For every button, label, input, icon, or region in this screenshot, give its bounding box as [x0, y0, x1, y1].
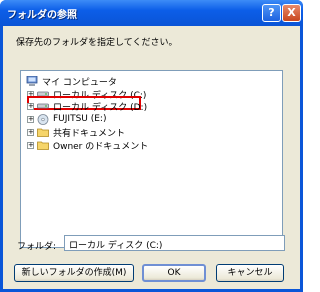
tree-item-label: FUJITSU (E:)	[53, 114, 107, 124]
tree-item-fujitsu-e[interactable]: + FUJITSU (E:)	[27, 113, 107, 125]
folder-tree[interactable]: マイ コンピュータ + ローカル ディスク (C:) + ローカル ディスク (…	[20, 70, 283, 248]
tree-item-label: マイ コンピュータ	[42, 77, 117, 88]
ok-button[interactable]: OK	[142, 264, 206, 282]
folder-browse-dialog: フォルダの参照 ? X 保存先のフォルダを指定してください。 マイ コンピュータ…	[0, 0, 303, 292]
drive-icon	[37, 101, 49, 111]
folder-label: フォルダ:	[17, 242, 57, 252]
instruction-text: 保存先のフォルダを指定してください。	[16, 38, 178, 48]
folder-icon	[37, 140, 49, 150]
folder-icon	[37, 127, 49, 137]
window-title: フォルダの参照	[7, 10, 77, 21]
cancel-button[interactable]: キャンセル	[216, 264, 284, 282]
expand-icon[interactable]: +	[27, 141, 34, 149]
tree-item-label: Owner のドキュメント	[53, 141, 149, 152]
tree-item-label: 共有ドキュメント	[53, 128, 126, 139]
tree-item-label: ローカル ディスク (D:)	[53, 102, 148, 113]
tree-item-owner-documents[interactable]: + Owner のドキュメント	[27, 139, 149, 152]
folder-input[interactable]: ローカル ディスク (C:)	[64, 235, 285, 251]
tree-item-my-computer[interactable]: マイ コンピュータ	[26, 75, 118, 88]
new-folder-button[interactable]: 新しいフォルダの作成(M)	[14, 264, 134, 282]
cd-drive-icon	[37, 114, 49, 125]
expand-icon[interactable]: +	[27, 128, 34, 136]
tree-item-local-disk-d[interactable]: + ローカル ディスク (D:)	[27, 100, 148, 113]
computer-icon	[26, 75, 38, 86]
title-bar[interactable]: フォルダの参照 ? X	[0, 0, 303, 26]
tree-item-shared-documents[interactable]: + 共有ドキュメント	[27, 126, 126, 139]
expand-icon[interactable]: +	[27, 102, 34, 110]
dialog-body: 保存先のフォルダを指定してください。 マイ コンピュータ + ローカル ディスク…	[3, 26, 300, 289]
help-button[interactable]: ?	[262, 4, 281, 22]
close-button[interactable]: X	[282, 4, 301, 22]
expand-icon[interactable]: +	[27, 115, 34, 123]
